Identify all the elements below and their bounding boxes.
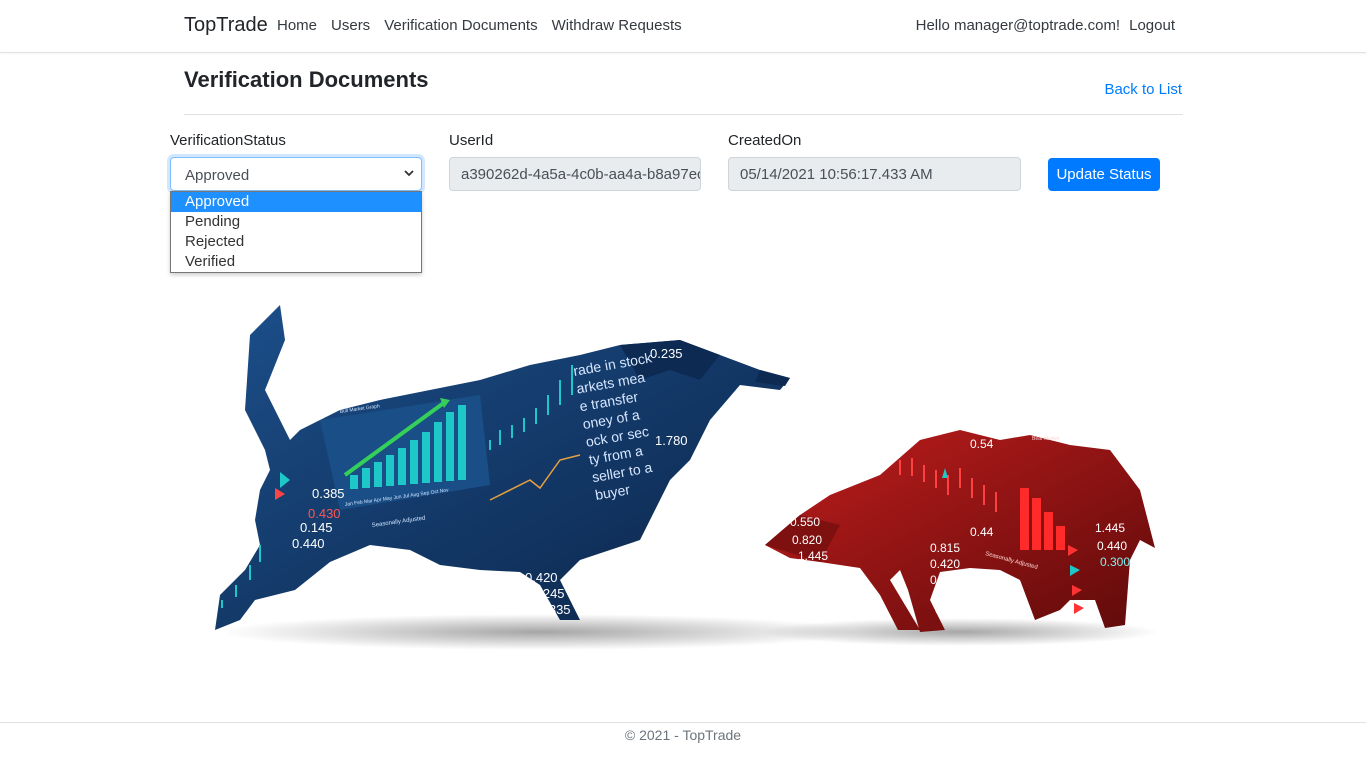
bull-value: 0.335 <box>538 602 571 617</box>
bear-value: 0.550 <box>790 515 820 529</box>
bear-value: 1.445 <box>798 549 828 563</box>
bear-value: 1.445 <box>1095 521 1125 535</box>
page-title: Verification Documents <box>184 67 429 92</box>
bull-bear-illustration: Bull Market Graph Jan Feb Mar Apr May Ju… <box>215 305 1160 650</box>
userid-label: UserId <box>449 132 494 149</box>
bull-value: 0.385 <box>312 486 345 501</box>
nav-link-home[interactable]: Home <box>270 17 324 34</box>
nav-link-verification-documents[interactable]: Verification Documents <box>377 17 544 34</box>
bear-value: 0.820 <box>792 533 822 547</box>
footer-copyright: © 2021 - TopTrade <box>624 727 742 743</box>
bear-value: 1.345 <box>933 587 963 601</box>
user-area: Hello manager@toptrade.com! Logout <box>916 17 1175 34</box>
header-divider <box>184 114 1183 115</box>
bear-figure: Bear Market Seasonally Adjusted 0.550 0.… <box>765 430 1155 632</box>
bear-value: 0.420 <box>930 557 960 571</box>
brand-link[interactable]: TopTrade <box>184 14 268 37</box>
bear-graph-title: Bear Market <box>1032 436 1060 442</box>
verification-status-label: VerificationStatus <box>170 132 286 149</box>
logout-link[interactable]: Logout <box>1129 17 1175 34</box>
bear-value: 0.815 <box>930 541 960 555</box>
bull-value: 0.430 <box>308 506 341 521</box>
status-option-approved[interactable]: Approved <box>171 192 421 212</box>
bull-value: 0.235 <box>650 346 683 361</box>
bull-figure: Bull Market Graph Jan Feb Mar Apr May Ju… <box>215 305 790 630</box>
bear-value: 0.440 <box>1097 539 1127 553</box>
bear-value: 0.54 <box>970 437 994 451</box>
bull-value: 0.145 <box>300 520 333 535</box>
created-on-label: CreatedOn <box>728 132 802 149</box>
status-option-pending[interactable]: Pending <box>171 212 421 232</box>
bull-value: 0.440 <box>292 536 325 551</box>
top-navbar: TopTrade Home Users Verification Documen… <box>0 0 1366 53</box>
selected-status-value: Approved <box>185 167 250 184</box>
bear-value: 0.44 <box>970 525 994 539</box>
userid-field[interactable]: a390262d-4a5a-4c0b-aa4a-b8a97ec <box>449 157 701 191</box>
update-status-button[interactable]: Update Status <box>1048 158 1160 191</box>
bear-value: 0.140 <box>935 603 965 617</box>
back-to-list-link[interactable]: Back to List <box>1104 81 1182 98</box>
created-on-field[interactable]: 05/14/2021 10:56:17.433 AM <box>728 157 1021 191</box>
bull-value: 0.420 <box>525 570 558 585</box>
nav-link-users[interactable]: Users <box>324 17 377 34</box>
status-option-verified[interactable]: Verified <box>171 252 421 272</box>
bull-value: 0.245 <box>532 586 565 601</box>
nav-link-withdraw-requests[interactable]: Withdraw Requests <box>545 17 689 34</box>
bear-value: 0.300 <box>1100 555 1130 569</box>
status-options-list: Approved Pending Rejected Verified <box>170 191 422 273</box>
user-greeting[interactable]: Hello manager@toptrade.com! <box>916 17 1121 34</box>
nav-links: Home Users Verification Documents Withdr… <box>270 17 689 34</box>
bear-shadow <box>760 618 1160 646</box>
bull-value: 1.780 <box>655 433 688 448</box>
footer-divider <box>0 722 1366 723</box>
verification-status-select[interactable]: Approved <box>170 157 422 191</box>
status-option-rejected[interactable]: Rejected <box>171 232 421 252</box>
bear-value: 0.855 <box>930 573 960 587</box>
chevron-down-icon <box>404 170 414 177</box>
